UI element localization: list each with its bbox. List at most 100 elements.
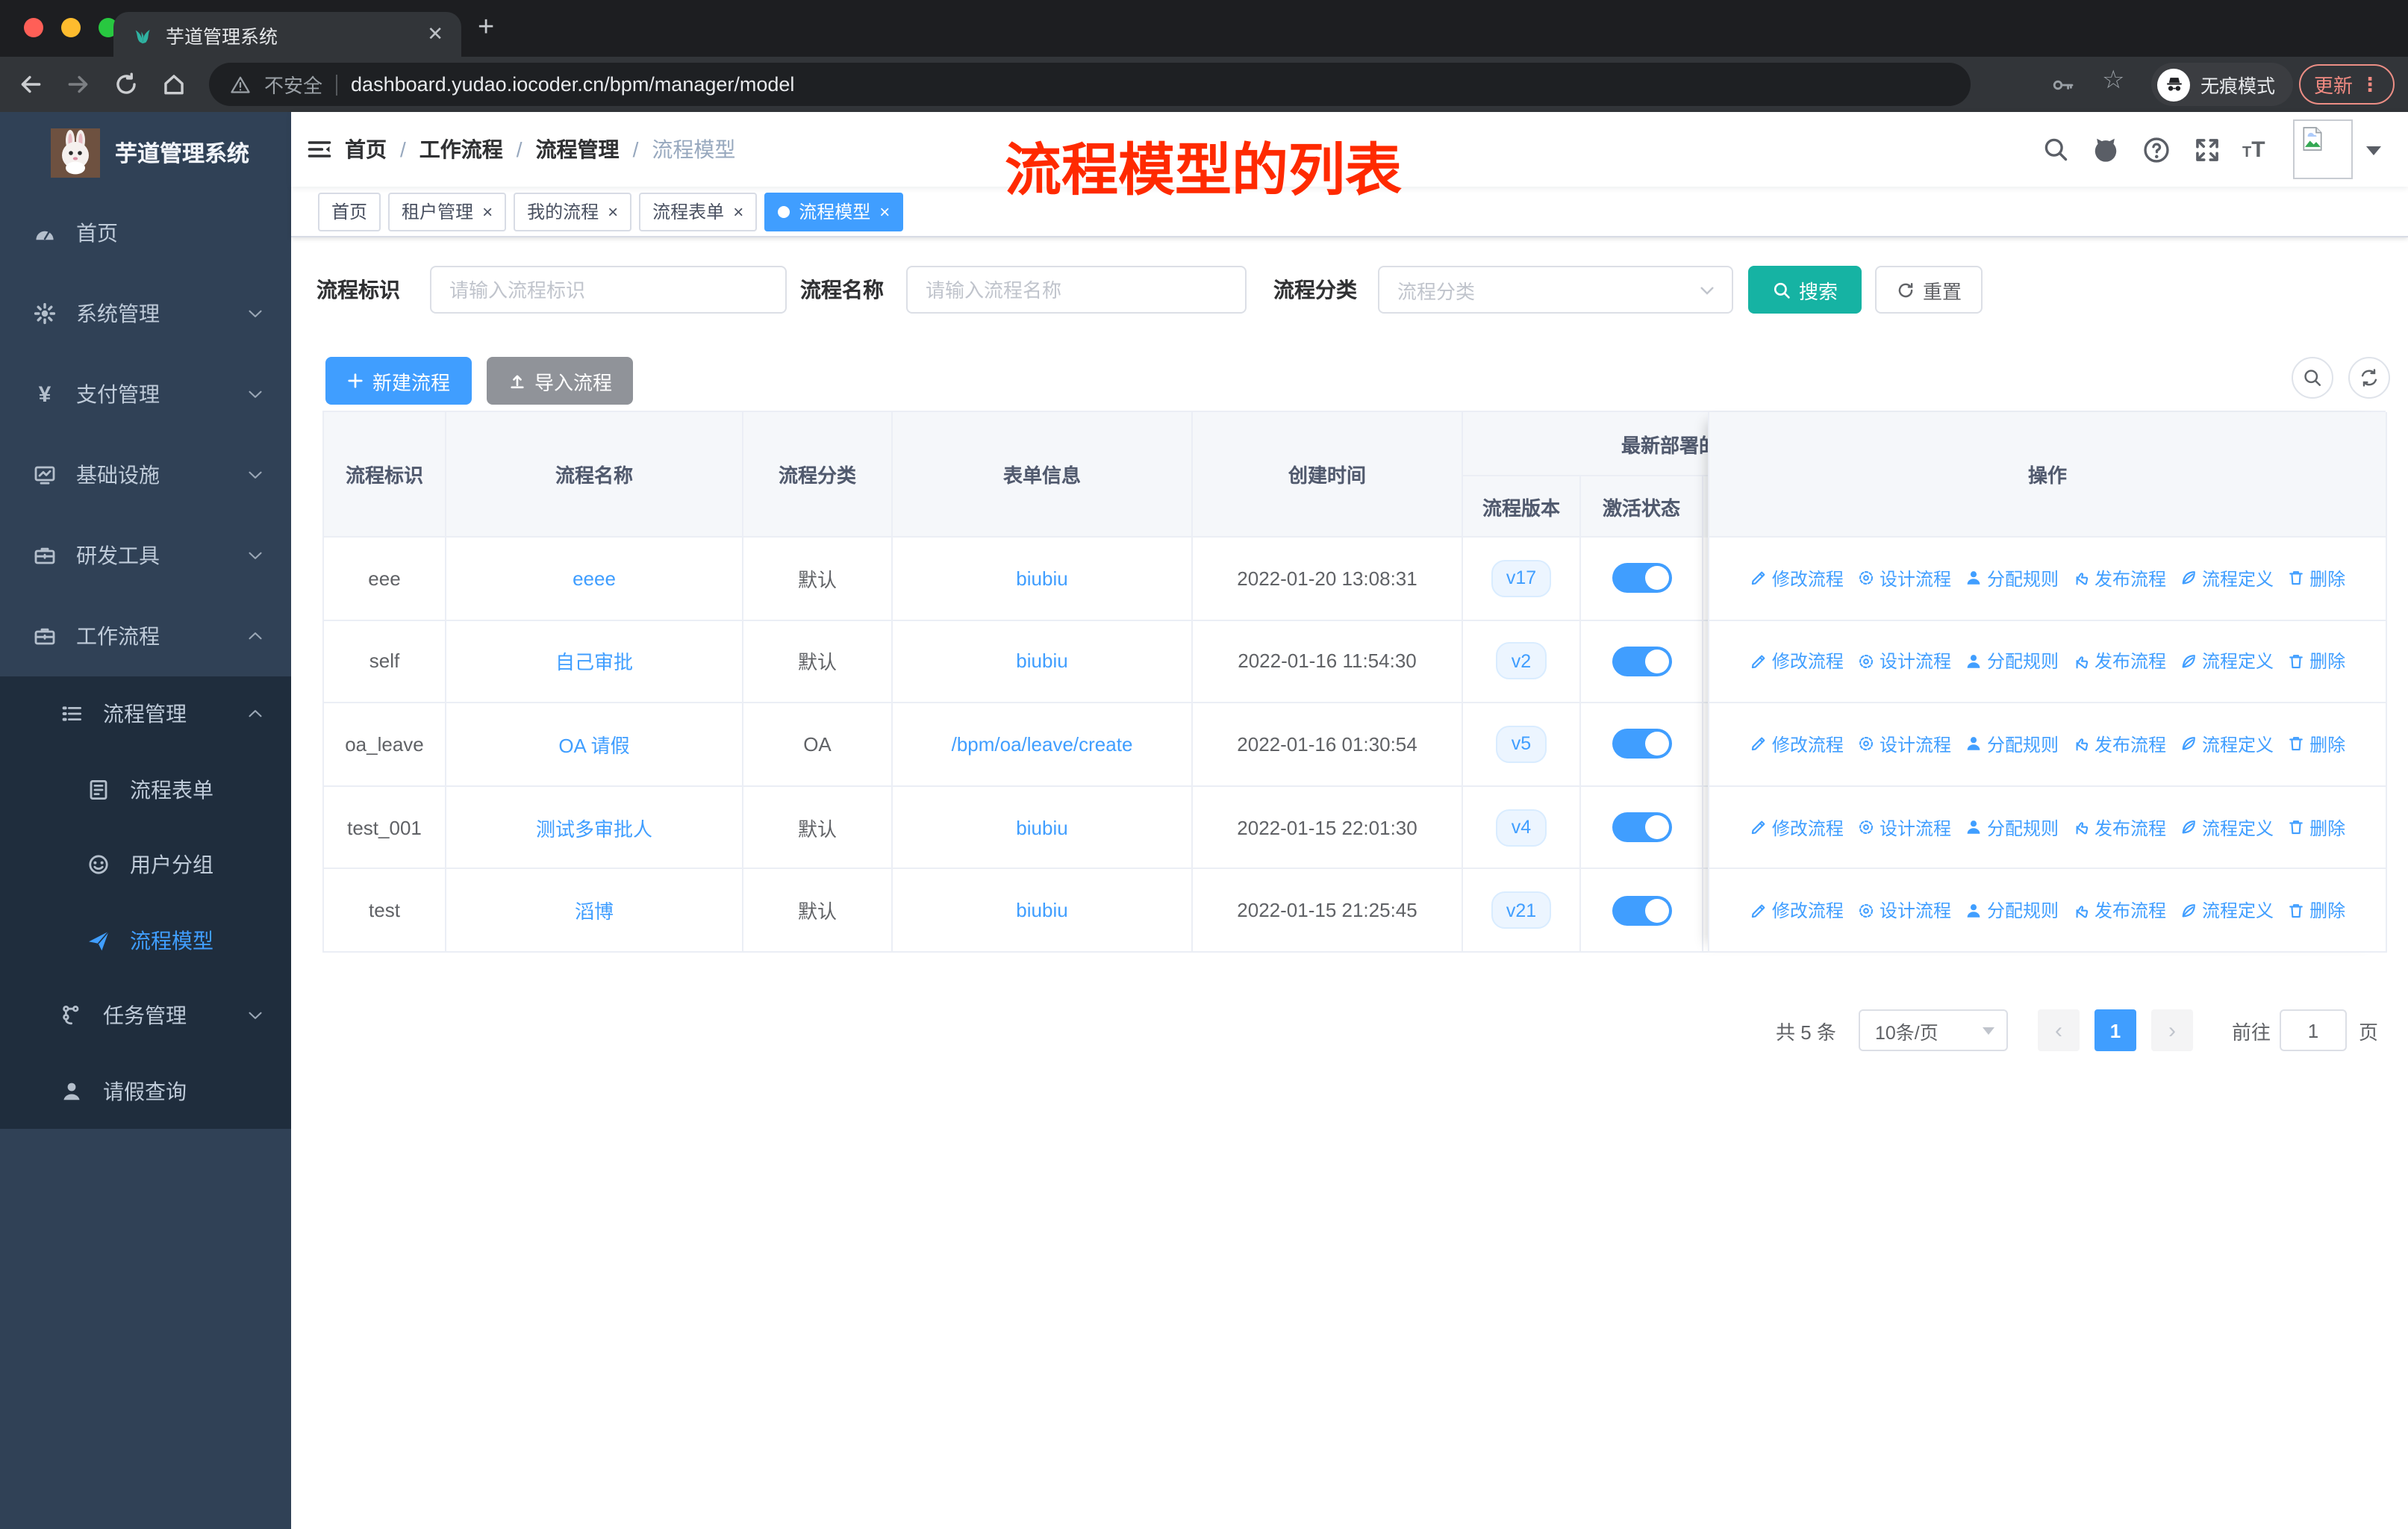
close-icon[interactable]: ×: [482, 201, 493, 222]
action-assign-link[interactable]: 分配规则: [1965, 897, 2059, 923]
update-button[interactable]: 更新 ⋮: [2299, 64, 2395, 105]
sidebar-item-process-management[interactable]: 流程管理: [0, 676, 291, 752]
tab-tenant[interactable]: 租户管理 ×: [388, 192, 507, 231]
filter-name-input[interactable]: [906, 266, 1247, 314]
sidebar-item-home[interactable]: 首页: [0, 193, 291, 273]
font-size-icon[interactable]: TT: [2242, 137, 2265, 164]
action-modify-link[interactable]: 修改流程: [1750, 897, 1844, 923]
reset-button[interactable]: 重置: [1875, 266, 1983, 314]
breadcrumb-home[interactable]: 首页: [345, 134, 387, 164]
link-form[interactable]: biubiu: [1016, 567, 1067, 590]
sidebar-item-devtools[interactable]: 研发工具: [0, 515, 291, 596]
current-page-button[interactable]: 1: [2094, 1009, 2136, 1051]
action-publish-link[interactable]: 发布流程: [2072, 566, 2166, 591]
sidebar-item-leave-query[interactable]: 请假查询: [0, 1053, 291, 1129]
link-form[interactable]: biubiu: [1016, 899, 1067, 921]
caret-down-icon[interactable]: [2366, 146, 2381, 155]
action-publish-link[interactable]: 发布流程: [2072, 732, 2166, 757]
window-minimize-button[interactable]: [61, 18, 81, 37]
sidebar-item-process-form[interactable]: 流程表单: [0, 752, 291, 827]
home-icon[interactable]: [161, 72, 187, 97]
action-design-link[interactable]: 设计流程: [1857, 649, 1951, 674]
forward-icon[interactable]: [66, 72, 91, 97]
sidebar-item-infrastructure[interactable]: 基础设施: [0, 435, 291, 515]
link-form[interactable]: /bpm/oa/leave/create: [952, 733, 1133, 756]
prev-page-button[interactable]: ‹: [2037, 1009, 2080, 1051]
status-toggle[interactable]: [1612, 563, 1671, 594]
close-icon[interactable]: ×: [733, 201, 743, 222]
action-definition-link[interactable]: 流程定义: [2180, 732, 2274, 757]
action-design-link[interactable]: 设计流程: [1857, 566, 1951, 591]
browser-menu-icon[interactable]: ⋮: [2360, 72, 2380, 96]
link-name[interactable]: 测试多审批人: [536, 813, 652, 841]
link-name[interactable]: eeee: [573, 567, 616, 590]
action-definition-link[interactable]: 流程定义: [2180, 815, 2274, 840]
tab-process-form[interactable]: 流程表单 ×: [639, 192, 758, 231]
goto-page-input[interactable]: [2279, 1009, 2347, 1051]
status-toggle[interactable]: [1612, 812, 1671, 843]
close-icon[interactable]: ×: [879, 201, 890, 222]
link-form[interactable]: biubiu: [1016, 650, 1067, 673]
status-toggle[interactable]: [1612, 729, 1671, 759]
close-icon[interactable]: ×: [608, 201, 618, 222]
sidebar-item-user-group[interactable]: 用户分组: [0, 827, 291, 903]
fullscreen-icon[interactable]: [2193, 136, 2221, 164]
action-definition-link[interactable]: 流程定义: [2180, 897, 2274, 923]
action-delete-link[interactable]: 删除: [2287, 732, 2345, 757]
reload-icon[interactable]: [113, 72, 139, 97]
action-modify-link[interactable]: 修改流程: [1750, 649, 1844, 674]
action-assign-link[interactable]: 分配规则: [1965, 815, 2059, 840]
window-close-button[interactable]: [24, 18, 43, 37]
help-icon[interactable]: [2142, 136, 2171, 164]
tab-my-process[interactable]: 我的流程 ×: [514, 192, 632, 231]
url-bar[interactable]: 不安全 dashboard.yudao.iocoder.cn/bpm/manag…: [209, 63, 1971, 106]
sidebar-collapse-icon[interactable]: [306, 136, 333, 163]
status-toggle[interactable]: [1612, 646, 1671, 676]
new-tab-button[interactable]: +: [478, 12, 494, 45]
show-search-button[interactable]: [2292, 357, 2333, 399]
page-size-select[interactable]: 10条/页: [1858, 1009, 2008, 1051]
status-toggle[interactable]: [1612, 895, 1671, 926]
action-modify-link[interactable]: 修改流程: [1750, 732, 1844, 757]
filter-key-input[interactable]: [430, 266, 787, 314]
breadcrumb-workflow[interactable]: 工作流程: [419, 134, 503, 164]
action-modify-link[interactable]: 修改流程: [1750, 566, 1844, 591]
bookmark-star-icon[interactable]: ☆: [2102, 66, 2125, 96]
action-delete-link[interactable]: 删除: [2287, 815, 2345, 840]
browser-tab[interactable]: 芋道管理系统 ✕: [113, 12, 461, 57]
link-name[interactable]: OA 请假: [558, 730, 629, 759]
import-process-button[interactable]: 导入流程: [487, 357, 633, 405]
action-delete-link[interactable]: 删除: [2287, 897, 2345, 923]
link-form[interactable]: biubiu: [1016, 816, 1067, 838]
key-icon[interactable]: [2051, 73, 2075, 97]
action-assign-link[interactable]: 分配规则: [1965, 566, 2059, 591]
action-assign-link[interactable]: 分配规则: [1965, 732, 2059, 757]
sidebar-item-workflow[interactable]: 工作流程: [0, 596, 291, 676]
user-avatar[interactable]: [2293, 119, 2353, 179]
github-icon[interactable]: [2092, 136, 2120, 164]
action-modify-link[interactable]: 修改流程: [1750, 815, 1844, 840]
tab-process-model[interactable]: 流程模型 ×: [764, 192, 904, 231]
back-icon[interactable]: [18, 72, 43, 97]
next-page-button[interactable]: ›: [2150, 1009, 2193, 1051]
search-icon[interactable]: [2042, 136, 2069, 163]
action-assign-link[interactable]: 分配规则: [1965, 649, 2059, 674]
search-button[interactable]: 搜索: [1748, 266, 1862, 314]
create-process-button[interactable]: 新建流程: [325, 357, 472, 405]
action-delete-link[interactable]: 删除: [2287, 566, 2345, 591]
action-design-link[interactable]: 设计流程: [1857, 732, 1951, 757]
link-name[interactable]: 滔博: [575, 896, 614, 924]
sidebar-item-payment[interactable]: ¥ 支付管理: [0, 354, 291, 435]
action-definition-link[interactable]: 流程定义: [2180, 649, 2274, 674]
action-publish-link[interactable]: 发布流程: [2072, 649, 2166, 674]
tab-close-icon[interactable]: ✕: [427, 22, 443, 46]
action-design-link[interactable]: 设计流程: [1857, 815, 1951, 840]
sidebar-item-task-management[interactable]: 任务管理: [0, 978, 291, 1053]
refresh-table-button[interactable]: [2348, 357, 2390, 399]
sidebar-item-process-model[interactable]: 流程模型: [0, 903, 291, 978]
sidebar-item-system[interactable]: 系统管理: [0, 273, 291, 354]
link-name[interactable]: 自己审批: [555, 647, 633, 676]
action-definition-link[interactable]: 流程定义: [2180, 566, 2274, 591]
action-publish-link[interactable]: 发布流程: [2072, 897, 2166, 923]
action-design-link[interactable]: 设计流程: [1857, 897, 1951, 923]
